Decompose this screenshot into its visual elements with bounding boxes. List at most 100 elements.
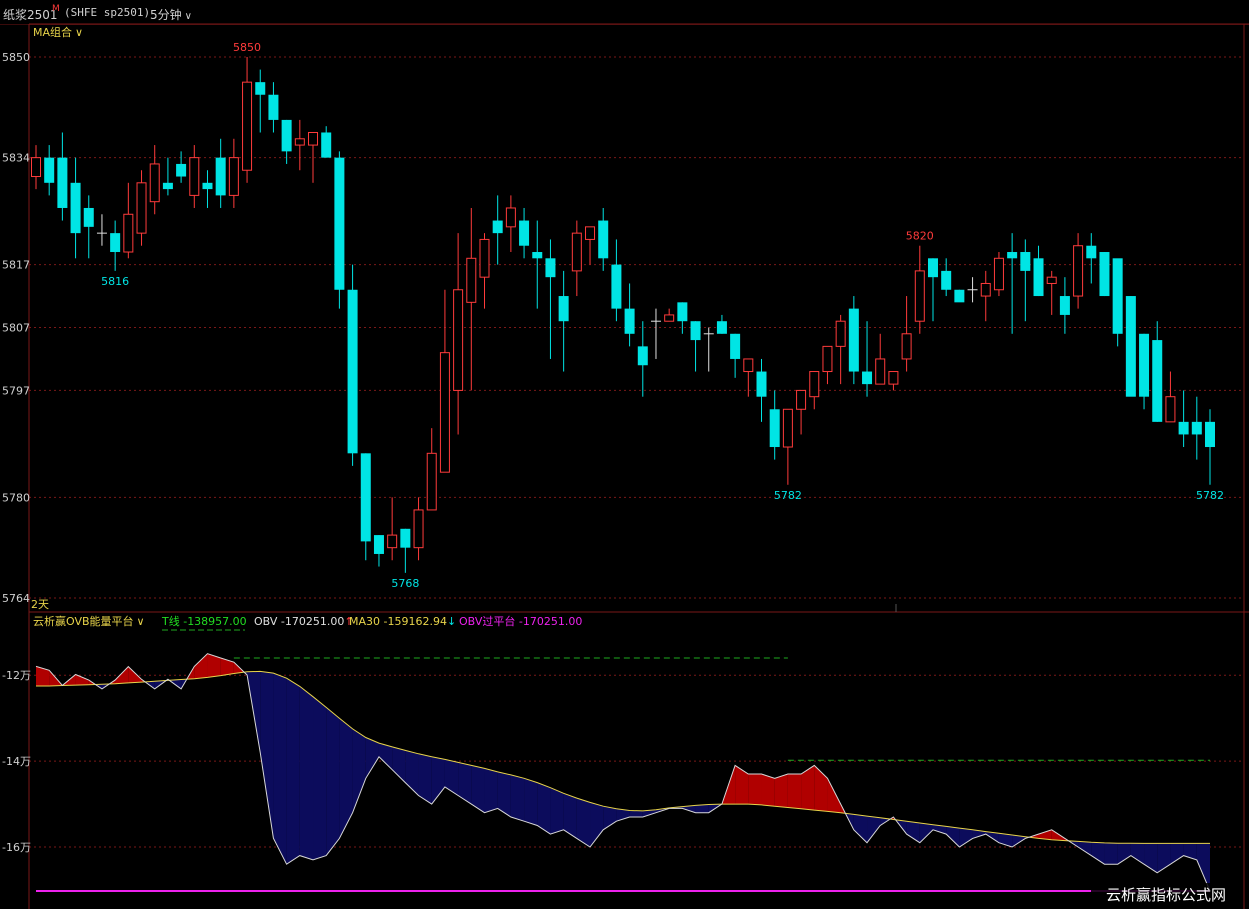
candle-body-down [268, 94, 279, 120]
low-annotation: 5816 [101, 275, 129, 288]
candle-body-up [585, 226, 596, 240]
obv-fill-segment [484, 768, 498, 813]
obv-fill-segment [801, 765, 815, 811]
candle-body-down [1112, 258, 1123, 334]
candle-body-down [281, 119, 292, 152]
obv-fill-segment [1170, 843, 1184, 865]
obv-lines [35, 653, 1211, 893]
candle-body-down [1033, 258, 1044, 297]
candle-body-up [466, 257, 477, 303]
obv-fill-segment [326, 707, 340, 856]
obv-area [36, 653, 1210, 892]
obv-fill-segment [273, 673, 287, 865]
obv-fill-segment [524, 778, 538, 826]
obv-fill-segment [919, 822, 933, 843]
low-annotation: 5782 [774, 489, 802, 502]
obv-fill-segment [352, 728, 366, 813]
candle-body-down [176, 163, 187, 177]
obv-fill-segment [959, 828, 973, 848]
obv-indicator-menu[interactable]: 云析赢OVB能量平台 ∨ [33, 614, 145, 628]
price-tick-label: 5817 [2, 259, 30, 272]
obv-fill-segment [378, 743, 393, 770]
candle-body-down [1125, 296, 1136, 397]
candle-body-down [862, 371, 873, 385]
obv-fill-segment [286, 678, 300, 865]
candle-body-up [822, 345, 833, 373]
price-tick-label: 5764 [2, 592, 30, 605]
candle-body-down [83, 207, 94, 227]
candle-body-down [769, 409, 780, 448]
obv-tick-label: -12万 [2, 669, 31, 682]
candle-body-down [927, 258, 938, 278]
price-tick-label: 5780 [2, 491, 30, 504]
candle-body-down [1099, 252, 1110, 297]
candle-body-up [242, 81, 253, 171]
obv-tick-label: -14万 [2, 755, 31, 768]
candle-body-down [1086, 245, 1097, 259]
candle-body-down [215, 157, 226, 196]
obv-fill-segment [853, 814, 868, 843]
obv-fill-segment [590, 802, 604, 848]
ma-indicator-menu[interactable]: MA组合 ∨ [33, 25, 83, 39]
candle-body-up [123, 213, 134, 253]
candle-body-up [439, 352, 450, 473]
candle-body-down [70, 182, 81, 234]
candle-body-down [1178, 421, 1189, 435]
candle-body-up [743, 358, 754, 373]
obv-fill-segment [629, 810, 643, 817]
candle-body-down [373, 535, 384, 554]
low-annotation: 5782 [1196, 489, 1224, 502]
price-grid [29, 56, 1244, 599]
legend-item: MA30 -159162.94↓ [349, 615, 456, 628]
candle-body-down [57, 157, 68, 208]
candle-body-down [110, 233, 121, 253]
price-tick-label: 5797 [2, 384, 30, 397]
obv-fill-segment [365, 737, 379, 779]
candle-body-up [189, 157, 200, 196]
obv-fill-segment [867, 816, 881, 843]
obv-fill-segment [510, 774, 525, 822]
candle-body-down [1205, 421, 1215, 448]
obv-fill-segment [444, 759, 459, 796]
candle-body-up [980, 282, 991, 297]
chart-frame [28, 23, 1249, 909]
obv-fill-segment [906, 821, 920, 843]
candle-body-up [228, 157, 239, 196]
candle-body-up [809, 371, 820, 398]
obv-fill-segment [220, 658, 234, 676]
candle-body-up [901, 333, 912, 360]
price-tick-label: 5850 [2, 51, 30, 64]
candle-body-down [677, 302, 688, 322]
legend-label: OBV过平台 [459, 614, 519, 628]
extreme-annotations: 5850 5816 5768 5782 5820 5782 [101, 41, 1224, 590]
obv-fill-segment [827, 778, 841, 813]
candle-body-down [1191, 421, 1202, 435]
candle-body-down [1007, 252, 1018, 259]
candle-body-down [730, 333, 741, 359]
candle-body-up [505, 207, 516, 228]
obv-fill-segment [761, 774, 775, 807]
candle-body-down [202, 182, 213, 190]
obv-fill-segment [260, 671, 274, 839]
candle-body-down [954, 289, 965, 303]
candle-body-down [162, 182, 173, 190]
candle-body-down [598, 220, 609, 259]
candle-body-up [1165, 396, 1176, 423]
chart-canvas[interactable]: 5850 5834 5817 5807 5797 5780 5764 5850 5816 576… [0, 0, 1249, 909]
candle-body-up [1046, 276, 1057, 284]
candle-body-up [149, 163, 160, 203]
low-annotation: 5768 [391, 577, 419, 590]
candle-body-down [1020, 252, 1031, 271]
candle-body-up [294, 138, 305, 146]
obv-fill-segment [787, 774, 802, 809]
candle-body-up [993, 257, 1004, 291]
candle-body-down [321, 132, 332, 158]
obv-fill-segment [603, 806, 617, 830]
candle-body-down [848, 308, 859, 372]
candle-body-down [637, 346, 648, 366]
obv-grid [29, 674, 1244, 848]
candle-body-down [347, 289, 358, 454]
candle-body-down [255, 82, 266, 95]
obv-fill-segment [1104, 842, 1118, 865]
candle-body-down [624, 308, 635, 334]
